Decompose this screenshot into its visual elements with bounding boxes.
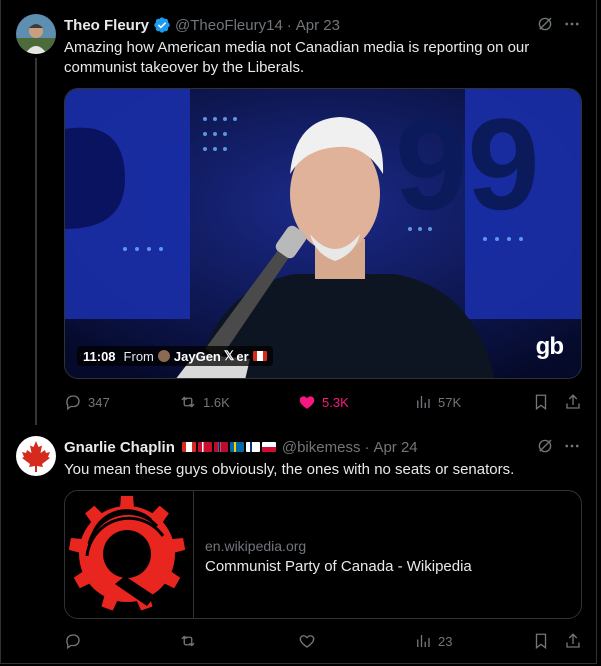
repost-icon — [181, 635, 195, 647]
views-button[interactable]: 23 — [414, 632, 452, 650]
bookmark-icon[interactable] — [532, 632, 550, 650]
grok-icon[interactable] — [535, 14, 555, 34]
separator-dot: · — [286, 16, 292, 34]
video-frame-image: 99 — [65, 89, 581, 378]
more-options-icon[interactable] — [562, 436, 582, 456]
x-logo-icon: 𝕏 — [223, 348, 235, 363]
reply-button[interactable]: 347 — [64, 393, 110, 411]
tweet-date[interactable]: Apr 24 — [373, 439, 417, 456]
reply-count: 347 — [88, 394, 110, 410]
reply-icon — [66, 395, 80, 411]
norway-flag-icon — [213, 442, 228, 452]
video-duration: 11:08 — [83, 348, 116, 364]
maple-leaf-icon — [22, 441, 50, 472]
author-name[interactable]: Gnarlie Chaplin — [64, 439, 175, 456]
svg-text:99: 99 — [395, 91, 540, 237]
like-button[interactable]: 5.3K — [298, 393, 349, 411]
source-avatar — [157, 350, 170, 362]
tweet-text: You mean these guys obviously, the ones … — [64, 461, 515, 478]
video-source-name[interactable]: JayGen — [174, 349, 221, 364]
separator-dot: · — [364, 438, 370, 456]
tweet-header: Theo Fleury @TheoFleury14 · Apr 23 — [64, 15, 340, 35]
reply-button[interactable] — [64, 632, 88, 650]
video-info-badge: 11:08 From JayGen 𝕏 er — [77, 346, 273, 366]
flag-emojis — [180, 442, 276, 452]
view-count: 57K — [438, 394, 462, 410]
tweet-text-line: Amazing how American media not Canadian … — [64, 39, 530, 56]
link-card-title: Communist Party of Canada - Wikipedia — [205, 558, 472, 575]
share-icon[interactable] — [564, 632, 582, 650]
canada-flag-icon — [181, 442, 196, 452]
tweet-text-line: communist takeover by the Liberals. — [64, 59, 305, 76]
video-player[interactable]: 99 11:08 From JayGen 𝕏 er gb — [64, 88, 582, 379]
avatar-photo — [16, 14, 56, 54]
video-from-label: From — [123, 348, 154, 364]
link-card-domain: en.wikipedia.org — [205, 538, 307, 554]
repost-icon — [181, 396, 195, 408]
sweden-flag-icon — [229, 442, 244, 452]
avatar[interactable] — [16, 436, 56, 476]
tweet-text: Amazing how American media not Canadian … — [64, 38, 584, 78]
heart-icon — [299, 396, 315, 409]
view-count: 23 — [438, 633, 453, 649]
repost-count: 1.6K — [203, 394, 230, 410]
canada-flag-icon — [252, 351, 267, 361]
author-handle[interactable]: @TheoFleury14 — [175, 17, 283, 34]
communist-party-logo-icon — [68, 496, 186, 611]
verified-badge-icon — [153, 16, 171, 34]
repost-button[interactable]: 1.6K — [179, 393, 230, 411]
link-card-thumbnail — [65, 491, 194, 618]
greenland-flag-icon — [261, 442, 276, 452]
avatar[interactable] — [16, 14, 56, 54]
denmark-flag-icon — [197, 442, 212, 452]
tweet-header: Gnarlie Chaplin @bikemess · Apr 24 — [64, 437, 418, 457]
tweet-date[interactable]: Apr 23 — [296, 17, 340, 34]
more-options-icon[interactable] — [562, 14, 582, 34]
author-handle[interactable]: @bikemess — [282, 439, 361, 456]
grok-icon[interactable] — [535, 436, 555, 456]
share-icon[interactable] — [564, 393, 582, 411]
bookmark-icon[interactable] — [532, 393, 550, 411]
heart-icon — [299, 635, 315, 648]
author-name[interactable]: Theo Fleury — [64, 17, 149, 34]
thread-connector-line — [35, 58, 37, 425]
like-button[interactable] — [298, 632, 322, 650]
channel-watermark: gb — [535, 333, 564, 360]
analytics-icon — [417, 396, 430, 408]
video-source-suffix[interactable]: er — [236, 349, 248, 364]
views-button[interactable]: 57K — [414, 393, 461, 411]
analytics-icon — [417, 635, 430, 647]
repost-button[interactable] — [179, 632, 203, 650]
like-count: 5.3K — [322, 394, 349, 410]
link-card[interactable]: en.wikipedia.org Communist Party of Cana… — [64, 490, 582, 619]
finland-flag-icon — [245, 442, 260, 452]
reply-icon — [66, 634, 80, 650]
